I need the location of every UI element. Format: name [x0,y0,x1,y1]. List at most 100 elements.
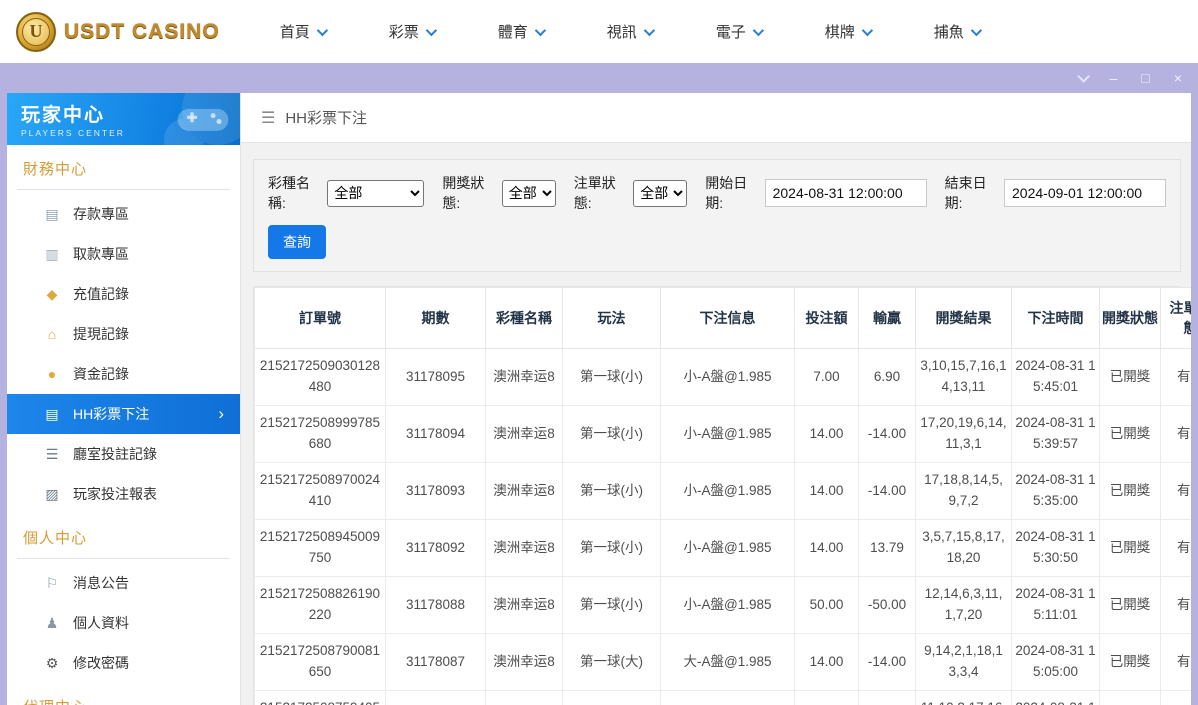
table-header-cell: 彩種名稱 [485,287,563,349]
sidebar-item-funds-record[interactable]: ● 資金記錄 [7,354,240,394]
table-header-cell: 下注時間 [1011,287,1100,349]
cell-bet-time: 2024-08-31 15:30:50 [1011,519,1100,577]
window-minimize-button[interactable]: – [1110,71,1118,85]
filter-panel: 彩種名稱: 全部 開獎狀態: 全部 注單狀態: 全部 開始日期: 結束日期: [253,159,1181,272]
chevron-down-icon [425,24,437,36]
player-bet-report-icon: ▨ [45,485,59,502]
sidebar-item-deposit-zone[interactable]: ▤ 存款專區 [7,194,240,234]
sidebar: 玩家中心 PLAYERS CENTER 財務中心 ▤ 存款專區 ▥ 取款專區 ◆… [7,93,241,705]
cell-bet-amount: 14.00 [794,519,859,577]
bet-status-label: 注單狀態: [573,175,616,211]
cell-bet-info: 大-A盤@1.985 [660,690,795,705]
cell-win-loss: -14.00 [858,633,916,691]
sidebar-item-announcements[interactable]: ⚐ 消息公告 [7,563,240,603]
nav-item[interactable]: 棋牌 [824,21,873,42]
nav-item[interactable]: 首頁 [280,21,328,42]
cell-bet-time: 2024-08-31 15:45:01 [1011,348,1100,406]
table-header-cell: 下注信息 [660,287,795,349]
query-button[interactable]: 查詢 [268,225,326,259]
cell-bet-amount: 50.00 [794,576,859,634]
cell-draw-result: 3,10,15,7,16,14,13,11 [915,348,1012,406]
cell-bet-time: 2024-08-31 15:39:57 [1011,405,1100,463]
table-row: 2152172508945009750 31178092 澳洲幸运8 第一球(小… [254,519,1191,577]
sidebar-item-player-bet-report[interactable]: ▨ 玩家投注報表 [7,474,240,514]
cell-bet-amount: 14.00 [794,462,859,520]
recharge-record-icon: ◆ [46,285,58,302]
chevron-down-icon [752,24,764,36]
menu-icon[interactable]: ☰ [261,108,275,128]
bets-table: 訂單號 期數 彩種名稱 玩法 下注信息 投注額 輸贏 開獎結果 下注時間 開獎狀… [254,287,1191,705]
table-header-cell: 玩法 [562,287,661,349]
cell-draw-result: 17,20,19,6,14,11,3,1 [915,405,1012,463]
sidebar-item-recharge-record[interactable]: ◆ 充值記錄 [7,274,240,314]
table-header-cell: 期數 [385,287,486,349]
personal-menu: ⚐ 消息公告 ♟ 個人資料 ⚙ 修改密碼 [7,563,240,683]
nav-item[interactable]: 電子 [716,21,764,42]
start-date-label: 開始日期: [705,175,748,211]
sidebar-item-cashout-record[interactable]: ⌂ 提現記錄 [7,314,240,354]
end-date-input[interactable] [1004,179,1167,207]
cell-bet-time: 2024-08-31 15:35:00 [1011,462,1100,520]
cell-bet-info: 小-A盤@1.985 [660,576,795,634]
cell-order-no: 2152172508759405910 [254,690,386,705]
nav-item[interactable]: 視訊 [607,21,655,42]
window-close-button[interactable]: × [1174,71,1182,85]
draw-status-label: 開獎狀態: [442,175,485,211]
sidebar-item-label: 充值記錄 [73,286,129,302]
section-title-finance: 財務中心 [17,145,230,190]
window-chevron-down-icon[interactable] [1076,69,1090,83]
cell-draw-status: 已開獎 [1099,519,1161,577]
cell-draw-status: 已開獎 [1099,690,1161,705]
table-header-cell: 注單狀態 [1160,287,1191,349]
cell-bet-status: 有效 [1160,348,1191,406]
nav-item-label: 捕魚 [933,24,964,41]
hh-lottery-bets-icon: ▤ [45,405,59,422]
nav-item-label: 棋牌 [824,24,855,41]
deposit-zone-icon: ▤ [45,205,59,222]
start-date-input[interactable] [764,179,927,207]
chevron-down-icon [534,24,546,36]
bets-table-wrap: 訂單號 期數 彩種名稱 玩法 下注信息 投注額 輸贏 開獎結果 下注時間 開獎狀… [253,286,1191,705]
sidebar-item-hh-lottery-bets[interactable]: ▤ HH彩票下注 [7,394,240,434]
content: 彩種名稱: 全部 開獎狀態: 全部 注單狀態: 全部 開始日期: 結束日期: [241,143,1191,705]
lottery-name-select[interactable]: 全部 [327,179,425,207]
table-body: 2152172509030128480 31178095 澳洲幸运8 第一球(小… [254,348,1191,705]
nav-item[interactable]: 捕魚 [933,21,982,42]
sidebar-item-label: HH彩票下注 [73,406,150,422]
nav-item[interactable]: 彩票 [389,21,437,42]
table-header-row: 訂單號 期數 彩種名稱 玩法 下注信息 投注額 輸贏 開獎結果 下注時間 開獎狀… [254,287,1191,349]
coin-icon: U [16,11,56,52]
cell-play-type: 第一球(大) [562,690,661,705]
draw-status-select[interactable]: 全部 [501,179,556,207]
cell-bet-time: 2024-08-31 15:05:00 [1011,633,1100,691]
cell-bet-status: 有效 [1160,405,1191,463]
cell-period: 31178093 [385,462,486,520]
cell-play-type: 第一球(小) [562,348,661,406]
cell-period: 31178087 [385,633,486,691]
change-password-icon: ⚙ [45,654,59,671]
cell-play-type: 第一球(小) [562,519,661,577]
sidebar-item-withdraw-zone[interactable]: ▥ 取款專區 [7,234,240,274]
sidebar-item-label: 資金記錄 [73,366,129,382]
sidebar-item-hall-bet-record[interactable]: ☰ 廳室投註記錄 [7,434,240,474]
table-row: 2152172508999785680 31178094 澳洲幸运8 第一球(小… [254,405,1191,463]
cell-bet-time: 2024-08-31 14:59:54 [1011,690,1100,705]
window-maximize-button[interactable]: □ [1141,71,1149,85]
cell-lottery-name: 澳洲幸运8 [485,405,563,463]
logo[interactable]: U USDT CASINO [16,11,220,52]
cell-draw-status: 已開獎 [1099,348,1161,406]
bet-status-select[interactable]: 全部 [633,179,688,207]
cashout-record-icon: ⌂ [47,326,57,342]
profile-icon: ♟ [45,614,59,631]
cell-lottery-name: 澳洲幸运8 [485,690,563,705]
sidebar-item-change-password[interactable]: ⚙ 修改密碼 [7,643,240,683]
cell-win-loss: -50.00 [858,576,916,634]
sidebar-item-label: 個人資料 [73,615,129,631]
cell-win-loss: 13.79 [858,519,916,577]
sidebar-item-profile[interactable]: ♟ 個人資料 [7,603,240,643]
cell-order-no: 2152172508826190220 [254,576,386,634]
cell-bet-status: 有效 [1160,576,1191,634]
nav-item[interactable]: 體育 [498,21,546,42]
cell-draw-status: 已開獎 [1099,633,1161,691]
window-title-bar: – □ × [0,63,1198,93]
